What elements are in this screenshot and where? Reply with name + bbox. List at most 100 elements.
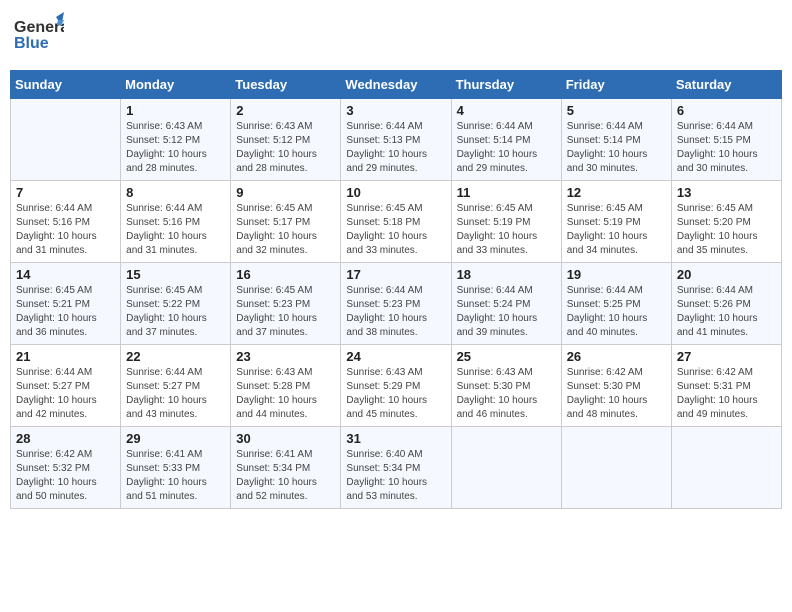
day-info: Sunrise: 6:44 AM Sunset: 5:14 PM Dayligh… [457, 120, 556, 176]
calendar-cell: 28 Sunrise: 6:42 AM Sunset: 5:32 PM Dayli… [11, 427, 121, 509]
page-header: General Blue [10, 10, 782, 62]
day-number: 17 [346, 267, 445, 282]
day-info: Sunrise: 6:43 AM Sunset: 5:12 PM Dayligh… [126, 120, 225, 176]
day-info: Sunrise: 6:45 AM Sunset: 5:19 PM Dayligh… [457, 202, 556, 258]
calendar-week-row: 28 Sunrise: 6:42 AM Sunset: 5:32 PM Dayli… [11, 427, 782, 509]
day-number: 19 [567, 267, 666, 282]
day-number: 12 [567, 185, 666, 200]
day-number: 1 [126, 103, 225, 118]
day-info: Sunrise: 6:45 AM Sunset: 5:20 PM Dayligh… [677, 202, 776, 258]
calendar-week-row: 7 Sunrise: 6:44 AM Sunset: 5:16 PM Daylig… [11, 181, 782, 263]
calendar-cell [11, 99, 121, 181]
day-number: 3 [346, 103, 445, 118]
day-of-week-thursday: Thursday [451, 71, 561, 99]
calendar-cell [561, 427, 671, 509]
day-number: 11 [457, 185, 556, 200]
calendar-cell: 16 Sunrise: 6:45 AM Sunset: 5:23 PM Dayli… [231, 263, 341, 345]
day-of-week-sunday: Sunday [11, 71, 121, 99]
calendar-table: SundayMondayTuesdayWednesdayThursdayFrid… [10, 70, 782, 509]
day-info: Sunrise: 6:44 AM Sunset: 5:13 PM Dayligh… [346, 120, 445, 176]
day-info: Sunrise: 6:45 AM Sunset: 5:23 PM Dayligh… [236, 284, 335, 340]
calendar-cell: 31Sunrise: 6:40 AM Sunset: 5:34 PM Dayli… [341, 427, 451, 509]
calendar-cell: 26 Sunrise: 6:42 AM Sunset: 5:30 PM Dayli… [561, 345, 671, 427]
day-number: 28 [16, 431, 115, 446]
day-number: 29 [126, 431, 225, 446]
calendar-cell: 4 Sunrise: 6:44 AM Sunset: 5:14 PM Daylig… [451, 99, 561, 181]
calendar-week-row: 1 Sunrise: 6:43 AM Sunset: 5:12 PM Daylig… [11, 99, 782, 181]
day-of-week-wednesday: Wednesday [341, 71, 451, 99]
calendar-cell: 27Sunrise: 6:42 AM Sunset: 5:31 PM Dayli… [671, 345, 781, 427]
day-info: Sunrise: 6:44 AM Sunset: 5:25 PM Dayligh… [567, 284, 666, 340]
calendar-cell: 15 Sunrise: 6:45 AM Sunset: 5:22 PM Dayli… [121, 263, 231, 345]
calendar-cell: 22Sunrise: 6:44 AM Sunset: 5:27 PM Dayli… [121, 345, 231, 427]
day-of-week-saturday: Saturday [671, 71, 781, 99]
day-info: Sunrise: 6:45 AM Sunset: 5:17 PM Dayligh… [236, 202, 335, 258]
calendar-cell: 19 Sunrise: 6:44 AM Sunset: 5:25 PM Dayli… [561, 263, 671, 345]
day-number: 6 [677, 103, 776, 118]
day-number: 30 [236, 431, 335, 446]
day-number: 7 [16, 185, 115, 200]
day-info: Sunrise: 6:40 AM Sunset: 5:34 PM Dayligh… [346, 448, 445, 504]
day-number: 24 [346, 349, 445, 364]
calendar-cell: 3 Sunrise: 6:44 AM Sunset: 5:13 PM Daylig… [341, 99, 451, 181]
day-info: Sunrise: 6:42 AM Sunset: 5:32 PM Dayligh… [16, 448, 115, 504]
day-info: Sunrise: 6:43 AM Sunset: 5:29 PM Dayligh… [346, 366, 445, 422]
calendar-cell [671, 427, 781, 509]
day-info: Sunrise: 6:45 AM Sunset: 5:19 PM Dayligh… [567, 202, 666, 258]
day-info: Sunrise: 6:42 AM Sunset: 5:31 PM Dayligh… [677, 366, 776, 422]
day-number: 5 [567, 103, 666, 118]
svg-text:Blue: Blue [14, 35, 49, 52]
day-info: Sunrise: 6:41 AM Sunset: 5:33 PM Dayligh… [126, 448, 225, 504]
day-info: Sunrise: 6:43 AM Sunset: 5:28 PM Dayligh… [236, 366, 335, 422]
calendar-cell: 23 Sunrise: 6:43 AM Sunset: 5:28 PM Dayli… [231, 345, 341, 427]
day-number: 26 [567, 349, 666, 364]
day-number: 22 [126, 349, 225, 364]
calendar-cell: 29 Sunrise: 6:41 AM Sunset: 5:33 PM Dayli… [121, 427, 231, 509]
day-info: Sunrise: 6:44 AM Sunset: 5:15 PM Dayligh… [677, 120, 776, 176]
svg-text:General: General [14, 19, 64, 36]
day-number: 18 [457, 267, 556, 282]
day-info: Sunrise: 6:45 AM Sunset: 5:18 PM Dayligh… [346, 202, 445, 258]
calendar-header-row: SundayMondayTuesdayWednesdayThursdayFrid… [11, 71, 782, 99]
day-number: 14 [16, 267, 115, 282]
day-info: Sunrise: 6:44 AM Sunset: 5:27 PM Dayligh… [16, 366, 115, 422]
calendar-cell: 5 Sunrise: 6:44 AM Sunset: 5:14 PM Daylig… [561, 99, 671, 181]
calendar-cell: 6 Sunrise: 6:44 AM Sunset: 5:15 PM Daylig… [671, 99, 781, 181]
calendar-cell: 8 Sunrise: 6:44 AM Sunset: 5:16 PM Daylig… [121, 181, 231, 263]
calendar-cell: 1 Sunrise: 6:43 AM Sunset: 5:12 PM Daylig… [121, 99, 231, 181]
day-info: Sunrise: 6:44 AM Sunset: 5:16 PM Dayligh… [126, 202, 225, 258]
calendar-cell: 11 Sunrise: 6:45 AM Sunset: 5:19 PM Dayli… [451, 181, 561, 263]
calendar-cell: 24 Sunrise: 6:43 AM Sunset: 5:29 PM Dayli… [341, 345, 451, 427]
day-number: 9 [236, 185, 335, 200]
day-info: Sunrise: 6:44 AM Sunset: 5:14 PM Dayligh… [567, 120, 666, 176]
calendar-cell: 7 Sunrise: 6:44 AM Sunset: 5:16 PM Daylig… [11, 181, 121, 263]
calendar-cell: 12 Sunrise: 6:45 AM Sunset: 5:19 PM Dayli… [561, 181, 671, 263]
day-info: Sunrise: 6:44 AM Sunset: 5:26 PM Dayligh… [677, 284, 776, 340]
day-number: 13 [677, 185, 776, 200]
calendar-cell: 10 Sunrise: 6:45 AM Sunset: 5:18 PM Dayli… [341, 181, 451, 263]
day-number: 16 [236, 267, 335, 282]
day-info: Sunrise: 6:45 AM Sunset: 5:22 PM Dayligh… [126, 284, 225, 340]
day-info: Sunrise: 6:44 AM Sunset: 5:23 PM Dayligh… [346, 284, 445, 340]
day-number: 25 [457, 349, 556, 364]
day-number: 10 [346, 185, 445, 200]
day-info: Sunrise: 6:42 AM Sunset: 5:30 PM Dayligh… [567, 366, 666, 422]
day-number: 21 [16, 349, 115, 364]
day-info: Sunrise: 6:44 AM Sunset: 5:16 PM Dayligh… [16, 202, 115, 258]
day-of-week-monday: Monday [121, 71, 231, 99]
calendar-cell: 17 Sunrise: 6:44 AM Sunset: 5:23 PM Dayli… [341, 263, 451, 345]
calendar-week-row: 14 Sunrise: 6:45 AM Sunset: 5:21 PM Dayli… [11, 263, 782, 345]
calendar-week-row: 21 Sunrise: 6:44 AM Sunset: 5:27 PM Dayli… [11, 345, 782, 427]
day-number: 15 [126, 267, 225, 282]
day-number: 8 [126, 185, 225, 200]
day-number: 2 [236, 103, 335, 118]
day-number: 23 [236, 349, 335, 364]
calendar-cell: 14 Sunrise: 6:45 AM Sunset: 5:21 PM Dayli… [11, 263, 121, 345]
calendar-cell: 9 Sunrise: 6:45 AM Sunset: 5:17 PM Daylig… [231, 181, 341, 263]
calendar-cell: 2 Sunrise: 6:43 AM Sunset: 5:12 PM Daylig… [231, 99, 341, 181]
day-info: Sunrise: 6:41 AM Sunset: 5:34 PM Dayligh… [236, 448, 335, 504]
day-info: Sunrise: 6:43 AM Sunset: 5:12 PM Dayligh… [236, 120, 335, 176]
day-number: 4 [457, 103, 556, 118]
calendar-cell: 18Sunrise: 6:44 AM Sunset: 5:24 PM Dayli… [451, 263, 561, 345]
day-info: Sunrise: 6:45 AM Sunset: 5:21 PM Dayligh… [16, 284, 115, 340]
